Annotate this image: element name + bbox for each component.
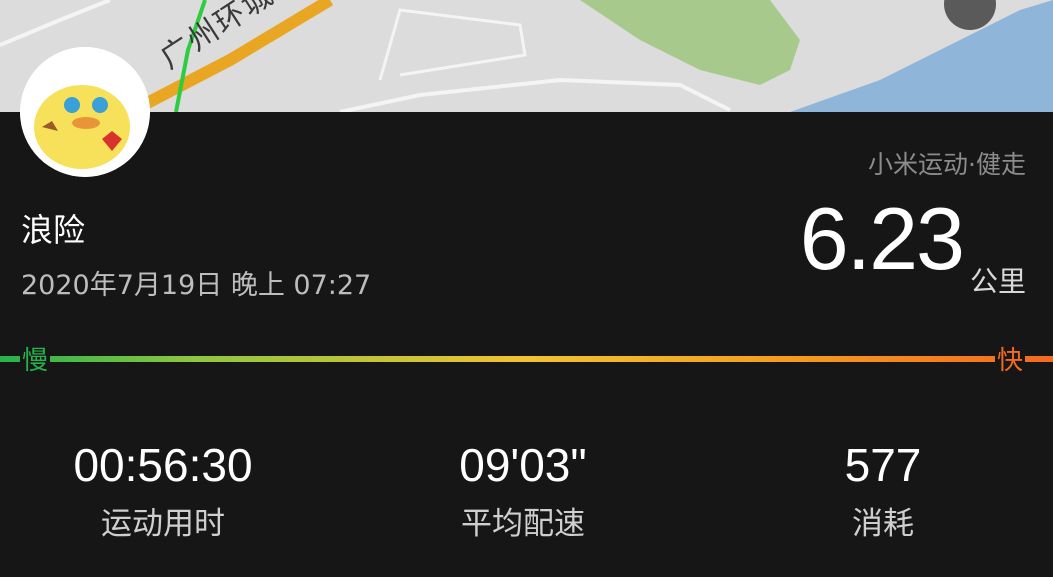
stat-label: 运动用时 xyxy=(101,506,225,542)
map-graphics xyxy=(0,0,1053,112)
distance-unit: 公里 xyxy=(969,265,1026,298)
pace-gradient-bar xyxy=(0,356,1053,362)
water-area xyxy=(790,0,1053,112)
app-activity-tag: 小米运动·健走 xyxy=(868,150,1026,179)
stat-value: 00:56:30 xyxy=(73,439,253,491)
stat-value: 09'03" xyxy=(459,439,587,491)
user-name: 浪险 xyxy=(21,211,86,249)
avatar[interactable] xyxy=(20,47,150,177)
route-map[interactable]: 广州环城高速 xyxy=(0,0,1053,112)
stat-label: 消耗 xyxy=(852,506,914,542)
map-road xyxy=(378,8,527,81)
pace-fast-label: 快 xyxy=(995,340,1026,377)
park-area xyxy=(580,0,800,85)
stat-value: 577 xyxy=(844,439,922,491)
distance-value: 6.23 xyxy=(799,189,965,288)
cartoon-duck-avatar-icon xyxy=(20,47,150,177)
stat-duration: 00:56:30 运动用时 xyxy=(33,438,293,543)
stat-calories: 577 消耗 xyxy=(753,438,1013,543)
map-road xyxy=(0,0,111,47)
stat-label: 平均配速 xyxy=(461,506,585,542)
stat-avg-pace: 09'03" 平均配速 xyxy=(393,438,653,543)
pace-slow-label: 慢 xyxy=(20,340,51,377)
activity-datetime: 2020年7月19日 晚上 07:27 xyxy=(21,270,372,301)
map-road xyxy=(339,77,731,112)
